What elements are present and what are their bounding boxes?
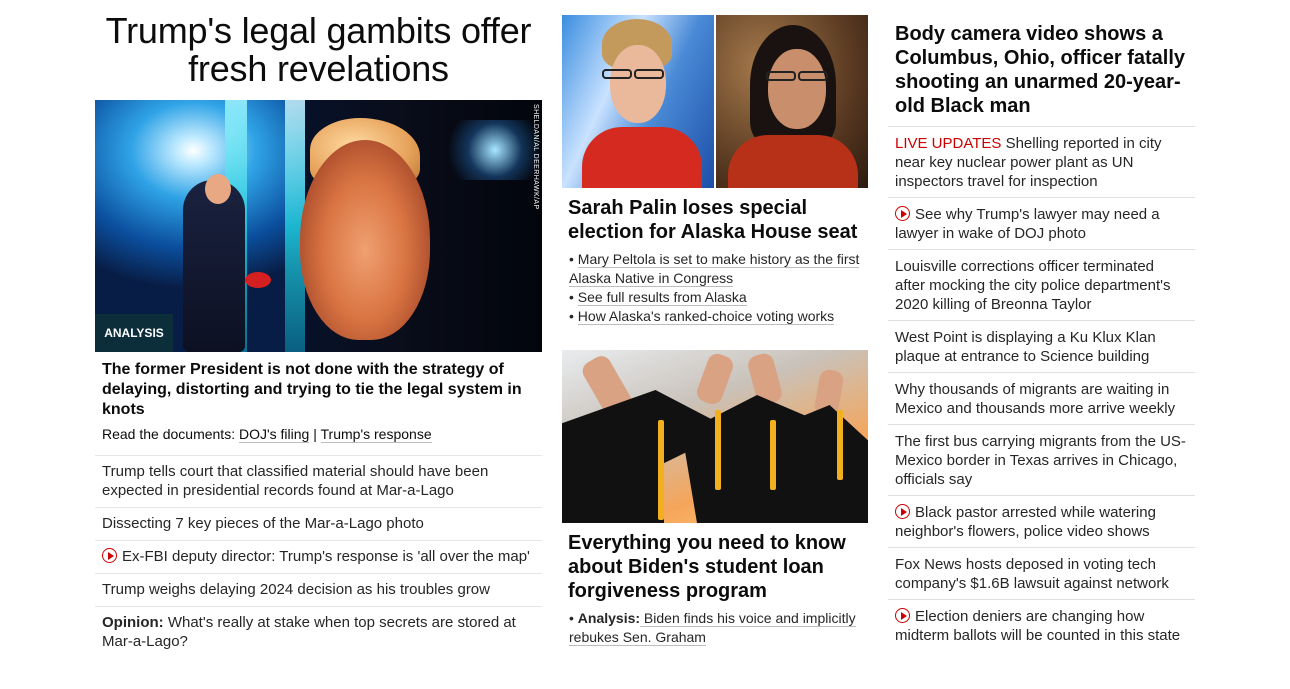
bullet-link[interactable]: How Alaska's ranked-choice voting works: [577, 308, 835, 325]
list-item-text: Black pastor arrested while watering nei…: [895, 504, 1156, 540]
list-item[interactable]: West Point is displaying a Ku Klux Klan …: [888, 321, 1195, 373]
list-item[interactable]: See why Trump's lawyer may need a lawyer…: [888, 198, 1195, 250]
list-item[interactable]: Opinion: What's really at stake when top…: [95, 607, 542, 658]
image-red-jacket: [582, 127, 702, 188]
glasses-icon: [766, 71, 796, 81]
image-screen-face: [300, 140, 430, 340]
palin-bullet-list: • Mary Peltola is set to make history as…: [569, 250, 862, 326]
list-item-text: Why thousands of migrants are waiting in…: [895, 381, 1176, 417]
image-tassel: [837, 410, 843, 480]
image-figure: [183, 180, 245, 352]
palin-photo-left: [562, 15, 714, 188]
list-item-text: See why Trump's lawyer may need a lawyer…: [895, 206, 1160, 242]
list-item-text: Louisville corrections officer terminate…: [895, 258, 1171, 313]
image-tassel: [715, 410, 721, 490]
list-item[interactable]: Trump weighs delaying 2024 decision as h…: [95, 574, 542, 607]
list-item[interactable]: Election deniers are changing how midter…: [888, 600, 1195, 651]
list-item[interactable]: Ex-FBI deputy director: Trump's response…: [95, 541, 542, 574]
student-loan-headline[interactable]: Everything you need to know about Biden'…: [568, 531, 862, 603]
list-item-text: The first bus carrying migrants from the…: [895, 433, 1186, 488]
image-hand: [694, 351, 736, 407]
bullet-item[interactable]: • See full results from Alaska: [569, 288, 862, 307]
headline-list: LIVE UPDATES Shelling reported in city n…: [888, 126, 1195, 651]
doj-filing-link[interactable]: DOJ's filing: [238, 426, 310, 443]
lead-story-column: Trump's legal gambits offer fresh revela…: [95, 12, 542, 658]
list-item[interactable]: Louisville corrections officer terminate…: [888, 250, 1195, 321]
image-face: [610, 45, 666, 123]
lead-story-description[interactable]: The former President is not done with th…: [102, 360, 535, 420]
lead-story-image[interactable]: SHELDAN/AL DEERHAWK/AP ANALYSIS: [95, 100, 542, 352]
list-item-text: What's really at stake when top secrets …: [102, 614, 516, 650]
middle-column: Sarah Palin loses special election for A…: [562, 15, 868, 647]
bullet-item[interactable]: • How Alaska's ranked-choice voting work…: [569, 307, 862, 326]
image-credit: SHELDAN/AL DEERHAWK/AP: [532, 104, 539, 210]
lead-headline[interactable]: Trump's legal gambits offer fresh revela…: [95, 12, 542, 88]
image-tassel: [658, 420, 664, 520]
peltola-photo-right: [716, 15, 868, 188]
image-spotlight: [435, 120, 542, 180]
list-item[interactable]: Trump tells court that classified materi…: [95, 456, 542, 508]
live-updates-label: LIVE UPDATES: [895, 135, 1002, 152]
right-column: Body camera video shows a Columbus, Ohio…: [888, 22, 1195, 651]
glasses-icon: [602, 69, 632, 79]
image-tassel: [770, 420, 776, 490]
read-docs-prefix: Read the documents:: [102, 426, 239, 442]
list-item-text: Election deniers are changing how midter…: [895, 608, 1181, 644]
image-red-blouse: [728, 135, 858, 188]
list-item[interactable]: The first bus carrying migrants from the…: [888, 425, 1195, 496]
graduation-story-image[interactable]: [562, 350, 868, 523]
glasses-icon: [798, 71, 828, 81]
analysis-label: Analysis:: [577, 610, 641, 626]
play-icon: [895, 608, 910, 623]
list-item-text: Fox News hosts deposed in voting tech co…: [895, 556, 1169, 592]
image-figure-head: [205, 174, 231, 204]
play-icon: [102, 548, 117, 563]
trump-response-link[interactable]: Trump's response: [320, 426, 432, 443]
list-item[interactable]: Black pastor arrested while watering nei…: [888, 496, 1195, 548]
image-red-cap: [245, 272, 271, 288]
list-item[interactable]: LIVE UPDATES Shelling reported in city n…: [888, 127, 1195, 198]
play-icon: [895, 504, 910, 519]
list-item[interactable]: Fox News hosts deposed in voting tech co…: [888, 548, 1195, 600]
bullet-link[interactable]: See full results from Alaska: [577, 289, 747, 306]
image-face: [768, 49, 826, 129]
columbus-headline[interactable]: Body camera video shows a Columbus, Ohio…: [888, 22, 1195, 126]
related-stories-list: Trump tells court that classified materi…: [95, 455, 542, 658]
analysis-badge: ANALYSIS: [95, 314, 173, 352]
list-item[interactable]: Dissecting 7 key pieces of the Mar-a-Lag…: [95, 508, 542, 541]
play-icon: [895, 206, 910, 221]
list-item-text: Trump tells court that classified materi…: [102, 463, 489, 499]
read-docs-separator: |: [309, 426, 321, 442]
list-item-text: Ex-FBI deputy director: Trump's response…: [122, 548, 530, 565]
list-item-text: Dissecting 7 key pieces of the Mar-a-Lag…: [102, 515, 424, 532]
list-item-text: West Point is displaying a Ku Klux Klan …: [895, 329, 1156, 365]
glasses-icon: [634, 69, 664, 79]
bullet-item[interactable]: • Analysis: Biden finds his voice and im…: [569, 609, 862, 647]
read-documents-line: Read the documents: DOJ's filing | Trump…: [102, 425, 535, 443]
list-item[interactable]: Why thousands of migrants are waiting in…: [888, 373, 1195, 425]
bullet-item[interactable]: • Mary Peltola is set to make history as…: [569, 250, 862, 288]
list-item-text: Trump weighs delaying 2024 decision as h…: [102, 581, 490, 598]
bullet-link[interactable]: Mary Peltola is set to make history as t…: [569, 251, 860, 287]
palin-headline[interactable]: Sarah Palin loses special election for A…: [568, 196, 862, 244]
student-loan-bullet: • Analysis: Biden finds his voice and im…: [569, 609, 862, 647]
opinion-label: Opinion:: [102, 614, 164, 631]
palin-story-image[interactable]: [562, 15, 868, 188]
